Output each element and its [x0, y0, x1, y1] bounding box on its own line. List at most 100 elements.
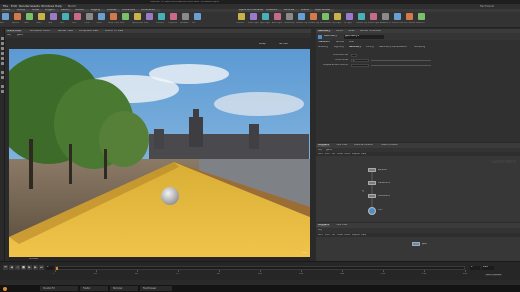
current-frame-field[interactable]: 1 [46, 265, 54, 270]
lower-menu-tools[interactable]: Tools [344, 234, 350, 236]
shelf-tool-icon[interactable] [158, 13, 165, 20]
shelf-tool-icon[interactable] [98, 13, 105, 20]
shelf-tool-icon[interactable] [74, 13, 81, 20]
menu-help[interactable]: Help [55, 5, 62, 8]
shelf-light-tool-icon[interactable] [322, 13, 329, 20]
network-menu-help[interactable]: Help [361, 153, 366, 155]
tab-render-view[interactable]: Render View [58, 30, 73, 32]
network-editor[interactable]: Geometry sphere1 transform1 mountain1 OU… [316, 156, 520, 222]
shelf-light-tool-icon[interactable] [274, 13, 281, 20]
go-to-start-button[interactable]: ⏮ [3, 265, 8, 270]
shelf-light-tool-icon[interactable] [334, 13, 341, 20]
node-name-field[interactable]: geometry1 [344, 34, 384, 39]
tab-composite-view[interactable]: Composite View [79, 30, 98, 32]
node-geo[interactable] [412, 242, 420, 246]
lower-menu-edit[interactable]: Edit [325, 234, 330, 236]
menu-render[interactable]: Render [19, 5, 30, 8]
brush-tool-icon[interactable] [1, 90, 4, 93]
shelf-tool-icon[interactable] [146, 13, 153, 20]
tab-asset-browser[interactable]: Asset Browser [381, 144, 398, 146]
path-geo[interactable]: geo1 [17, 34, 23, 36]
tab-parms[interactable]: Parms [336, 30, 343, 32]
tab-animation-editor[interactable]: Animation Editor [30, 30, 50, 32]
node-sphere[interactable] [368, 168, 376, 172]
tab-motion-fx-view[interactable]: Motion FX View [105, 30, 123, 32]
tab-parameters[interactable]: Geometry [317, 29, 331, 33]
scene-viewport[interactable]: Indie [9, 49, 310, 257]
sub-tab-dicing[interactable]: Dicing [366, 46, 374, 48]
shelf-light-tool-icon[interactable] [286, 13, 293, 20]
shelf-light-tool-icon[interactable] [370, 13, 377, 20]
shelf-tool-icon[interactable] [38, 13, 45, 20]
menu-assets[interactable]: Assets [30, 5, 40, 8]
sub-tab-geometry[interactable]: Geometry [349, 46, 361, 48]
param-checkbox-dice-normal[interactable] [351, 53, 357, 57]
network-menu-tools[interactable]: Tools [344, 153, 350, 155]
play-button[interactable]: ▶ [27, 265, 32, 270]
view-tool-icon[interactable] [1, 71, 4, 74]
node-out[interactable] [368, 207, 376, 215]
network-menu-edit[interactable]: Edit [325, 153, 330, 155]
tab-scene-view[interactable]: Scene View [6, 29, 22, 33]
play-reverse-button[interactable]: ◁ [15, 265, 20, 270]
start-menu-icon[interactable] [3, 286, 7, 291]
timeline-playhead[interactable] [56, 267, 58, 270]
tab-network-geo[interactable]: /obj/geo1 [317, 144, 331, 147]
shelf-light-tool-icon[interactable] [262, 13, 269, 20]
scale-tool-icon[interactable] [1, 52, 4, 55]
param-slider-displacement-bound[interactable] [371, 64, 431, 66]
pose-tool-icon[interactable] [1, 62, 4, 65]
tab-lower-geo[interactable]: /obj/geo1 [317, 224, 331, 227]
network-menu-go[interactable]: Go [332, 153, 335, 155]
end-frame-field[interactable]: 240 [482, 265, 494, 270]
node-transform[interactable] [368, 181, 376, 185]
tab-render-scheduler[interactable]: Render Scheduler [360, 30, 381, 32]
rotate-tool-icon[interactable] [1, 47, 4, 50]
shelf-tool-icon[interactable] [122, 13, 129, 20]
section-tab-misc[interactable]: Misc [349, 41, 354, 43]
shelf-light-tool-icon[interactable] [394, 13, 401, 20]
move-tool-icon[interactable] [1, 42, 4, 45]
view-label[interactable]: Persp [259, 43, 266, 45]
lower-menu-layout[interactable]: Layout [352, 234, 360, 236]
lower-path-obj[interactable]: obj [318, 229, 322, 231]
section-tab-render[interactable]: Render [336, 41, 345, 43]
desktop-selector[interactable]: Technical [480, 5, 494, 8]
tab-tree-view[interactable]: Tree View [336, 144, 347, 146]
shelf-tool-icon[interactable] [194, 13, 201, 20]
taskbar-item-houdini[interactable]: Houdini FX [40, 286, 78, 291]
shelf-tool-icon[interactable] [110, 13, 117, 20]
render-region-icon[interactable] [1, 85, 4, 88]
tab-material-palette[interactable]: Material Palette [354, 144, 373, 146]
menu-file[interactable]: File [3, 5, 8, 8]
shelf-light-tool-icon[interactable] [346, 13, 353, 20]
snap-tool-icon[interactable] [1, 76, 4, 79]
taskbar-item-file-browser[interactable]: File Browser [140, 286, 172, 291]
lower-menu-help[interactable]: Help [361, 234, 366, 236]
auto-update-button[interactable]: Auto Update [485, 274, 502, 277]
param-field-displacement-bound[interactable] [351, 63, 369, 67]
network-menu-view[interactable]: View [337, 153, 343, 155]
shelf-tool-icon[interactable] [14, 13, 21, 20]
shelf-light-tool-icon[interactable] [418, 13, 425, 20]
sub-tab-geometry-manipulation[interactable]: Geometry Manipulation [379, 46, 407, 48]
shelf-tool-icon[interactable] [86, 13, 93, 20]
param-slider-dice-mode[interactable] [371, 59, 431, 61]
shelf-light-tool-icon[interactable] [238, 13, 245, 20]
lower-menu-add[interactable]: Add [318, 234, 323, 236]
camera-label[interactable]: No cam [279, 43, 288, 45]
menu-edit[interactable]: Edit [11, 5, 17, 8]
section-tab-transform[interactable]: Transform [318, 41, 330, 43]
shelf-tool-icon[interactable] [182, 13, 189, 20]
shelf-tool-icon[interactable] [170, 13, 177, 20]
step-forward-button[interactable]: ▶ [33, 265, 38, 270]
shelf-light-tool-icon[interactable] [406, 13, 413, 20]
sub-tab-sampling[interactable]: Sampling [414, 46, 425, 48]
shelf-tool-icon[interactable] [26, 13, 33, 20]
taskbar-item-terminal[interactable]: Terminal [110, 286, 138, 291]
build-selector[interactable]: Build [68, 5, 76, 8]
shelf-light-tool-icon[interactable] [298, 13, 305, 20]
network-path-obj[interactable]: obj [318, 149, 322, 151]
tab-takes[interactable]: Takes [348, 30, 355, 32]
select-tool-icon[interactable] [1, 37, 4, 40]
